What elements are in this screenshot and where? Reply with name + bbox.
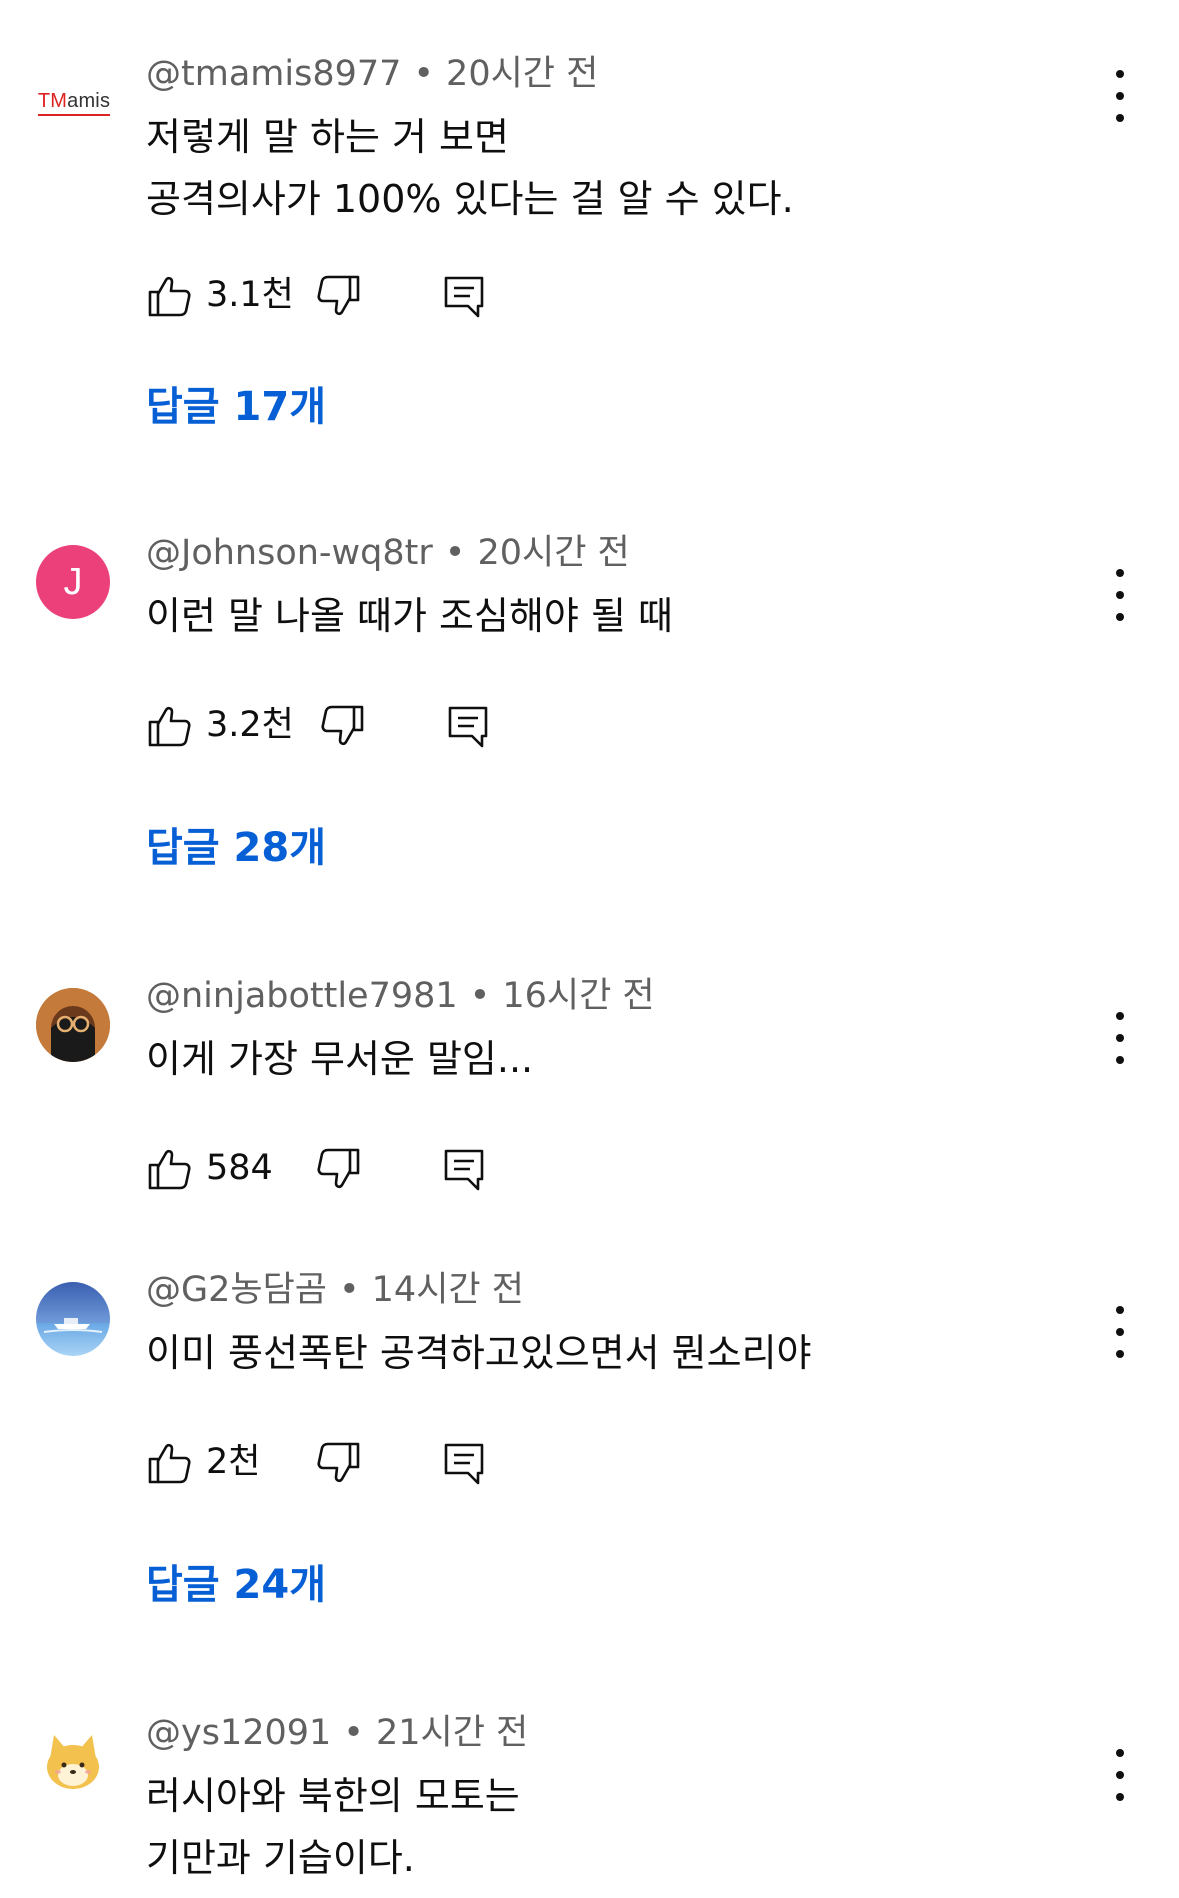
thumbs-up-icon[interactable] (146, 702, 194, 750)
more-vertical-icon[interactable] (1100, 1302, 1140, 1362)
more-vertical-icon[interactable] (1100, 66, 1140, 126)
comment-time: 20시간 전 (477, 533, 630, 573)
avatar-logo: TMamis (37, 90, 111, 116)
comment-text: 저렇게 말 하는 거 보면 공격의사가 100% 있다는 걸 알 수 있다. (146, 106, 794, 230)
thumbs-down-icon[interactable] (314, 1145, 362, 1193)
reply-comment-icon[interactable] (440, 272, 488, 320)
replies-toggle[interactable]: 답글 17개 (146, 382, 326, 432)
author-name[interactable]: @ys12091 (146, 1713, 331, 1753)
comment-text: 이미 풍선폭탄 공격하고있으면서 뭔소리야 (146, 1322, 812, 1384)
boat-on-water-avatar (36, 1282, 110, 1356)
author-name[interactable]: @Johnson-wq8tr (146, 533, 433, 573)
comment-actions: 3.2천 (146, 702, 666, 752)
thumbs-up-icon[interactable] (146, 1145, 194, 1193)
comment-time: 16시간 전 (502, 976, 655, 1016)
like-count: 3.1천 (206, 275, 294, 315)
comment-text: 이게 가장 무서운 말임... (146, 1028, 533, 1090)
comment-actions: 584 (146, 1145, 666, 1195)
comment-meta: @tmamis8977 • 20시간 전 (146, 50, 598, 98)
thumbs-down-icon[interactable] (318, 702, 366, 750)
comment-line: 러시아와 북한의 모토는 (146, 1774, 520, 1818)
like-count: 584 (206, 1148, 273, 1188)
comment-meta: @G2농담곰 • 14시간 전 (146, 1266, 524, 1314)
author-name[interactable]: @G2농담곰 (146, 1270, 327, 1310)
comment-time: 21시간 전 (375, 1713, 529, 1753)
shiba-dog-avatar (47, 1735, 99, 1789)
avatar[interactable] (36, 1282, 110, 1356)
comment-actions: 2천 (146, 1439, 666, 1489)
comment-actions: 3.1천 (146, 272, 666, 322)
comment-line: 이미 풍선폭탄 공격하고있으면서 뭔소리야 (146, 1331, 812, 1375)
reply-comment-icon[interactable] (440, 1439, 488, 1487)
separator-dot: • (444, 533, 466, 573)
separator-dot: • (339, 1270, 360, 1310)
comment-time: 14시간 전 (371, 1270, 524, 1310)
masked-face-avatar (36, 988, 110, 1062)
more-vertical-icon[interactable] (1100, 1008, 1140, 1068)
comment-line: 공격의사가 100% 있다는 걸 알 수 있다. (146, 177, 794, 221)
like-count: 3.2천 (206, 705, 294, 745)
reply-comment-icon[interactable] (440, 1145, 488, 1193)
comment-meta: @Johnson-wq8tr • 20시간 전 (146, 529, 630, 577)
separator-dot: • (343, 1713, 364, 1753)
comment-line: 저렇게 말 하는 거 보면 (146, 115, 509, 159)
avatar[interactable]: TMamis (34, 66, 114, 140)
comment-line: 이게 가장 무서운 말임... (146, 1037, 534, 1081)
avatar[interactable] (36, 1725, 110, 1799)
comment-line: 기만과 기습이다. (146, 1836, 415, 1880)
author-name[interactable]: @ninjabottle7981 (146, 976, 458, 1016)
thumbs-up-icon[interactable] (146, 272, 194, 320)
separator-dot: • (413, 54, 435, 94)
reply-comment-icon[interactable] (444, 702, 492, 750)
comment-text: 러시아와 북한의 모토는 기만과 기습이다. (146, 1765, 520, 1889)
comment-meta: @ninjabottle7981 • 16시간 전 (146, 972, 655, 1020)
thumbs-down-icon[interactable] (314, 1439, 362, 1487)
more-vertical-icon[interactable] (1100, 1745, 1140, 1805)
like-count: 2천 (206, 1442, 261, 1482)
avatar[interactable] (36, 988, 110, 1062)
thumbs-up-icon[interactable] (146, 1439, 194, 1487)
thumbs-down-icon[interactable] (314, 272, 362, 320)
comment-text: 이런 말 나올 때가 조심해야 될 때 (146, 585, 673, 647)
replies-toggle[interactable]: 답글 24개 (146, 1560, 326, 1610)
author-name[interactable]: @tmamis8977 (146, 54, 401, 94)
avatar[interactable]: J (36, 545, 110, 619)
replies-toggle[interactable]: 답글 28개 (146, 823, 326, 873)
comment-time: 20시간 전 (446, 54, 599, 94)
comment-meta: @ys12091 • 21시간 전 (146, 1709, 528, 1757)
separator-dot: • (469, 976, 491, 1016)
comment-line: 이런 말 나올 때가 조심해야 될 때 (146, 594, 673, 638)
more-vertical-icon[interactable] (1100, 565, 1140, 625)
